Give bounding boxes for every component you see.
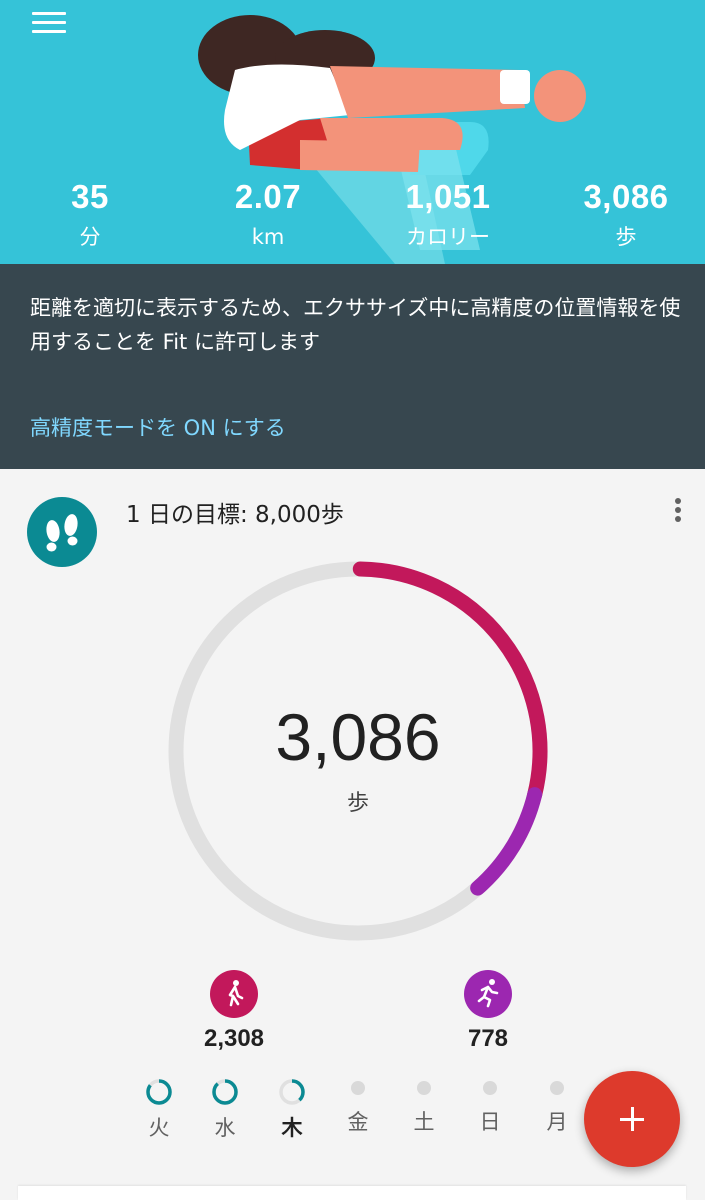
stat-unit: km	[251, 225, 285, 249]
stat-value: 35	[71, 178, 109, 215]
walking-stat: 2,308	[174, 970, 294, 1054]
day-label: 土	[413, 1110, 435, 1134]
stat-unit: カロリー	[406, 225, 490, 249]
walking-icon	[210, 970, 258, 1018]
enable-high-accuracy-link[interactable]: 高精度モードを ON にする	[30, 412, 286, 444]
day-sun[interactable]: 日	[465, 1069, 515, 1137]
add-activity-button[interactable]	[584, 1071, 680, 1167]
day-wed[interactable]: 水	[200, 1069, 250, 1143]
day-progress-ring	[279, 1079, 305, 1105]
stat-minutes: 35 分	[20, 176, 160, 252]
header: 35 分 2.07 km 1,051 カロリー 3,086 歩	[0, 0, 705, 264]
day-empty-dot	[550, 1081, 564, 1095]
step-count: 3,086	[275, 700, 441, 774]
running-steps: 778	[467, 1025, 509, 1052]
stat-steps: 3,086 歩	[556, 176, 696, 252]
next-card-edge	[18, 1186, 686, 1200]
step-unit: 歩	[346, 791, 369, 816]
day-label: 水	[214, 1116, 236, 1140]
stat-value: 3,086	[583, 178, 669, 215]
location-permission-banner: 距離を適切に表示するため、エクササイズ中に高精度の位置情報を使用することを Fi…	[0, 264, 705, 469]
day-tue[interactable]: 火	[134, 1069, 184, 1143]
day-ring-progress	[212, 1079, 238, 1105]
day-progress-ring	[146, 1079, 172, 1105]
stat-calories: 1,051 カロリー	[378, 176, 518, 252]
stat-unit: 歩	[615, 225, 637, 249]
day-progress-ring	[212, 1079, 238, 1105]
walking-steps: 2,308	[203, 1025, 265, 1052]
banner-message: 距離を適切に表示するため、エクササイズ中に高精度の位置情報を使用することを Fi…	[30, 296, 681, 354]
stat-value: 2.07	[234, 178, 302, 215]
menu-icon[interactable]	[32, 10, 66, 34]
day-sat[interactable]: 土	[399, 1069, 449, 1137]
day-empty-dot	[483, 1081, 497, 1095]
day-label: 日	[479, 1110, 501, 1134]
stat-unit: 分	[79, 225, 101, 249]
daily-stats: 35 分 2.07 km 1,051 カロリー 3,086 歩	[0, 176, 705, 256]
day-thu[interactable]: 木	[267, 1069, 317, 1143]
day-label: 火	[148, 1116, 170, 1140]
running-arc	[470, 787, 543, 896]
day-label: 金	[347, 1110, 369, 1134]
day-empty-dot	[351, 1081, 365, 1095]
stat-distance: 2.07 km	[198, 176, 338, 252]
stat-value: 1,051	[405, 178, 491, 215]
day-label: 月	[546, 1110, 568, 1134]
day-fri[interactable]: 金	[333, 1069, 383, 1137]
running-stat: 778	[428, 970, 548, 1054]
day-mon[interactable]: 月	[532, 1069, 582, 1137]
day-empty-dot	[417, 1081, 431, 1095]
day-label: 木	[281, 1116, 303, 1140]
running-icon	[464, 970, 512, 1018]
